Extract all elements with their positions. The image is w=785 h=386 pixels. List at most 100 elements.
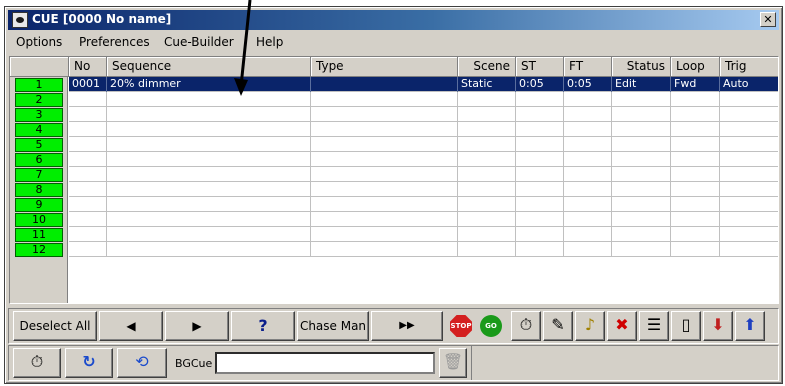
col-trig-header[interactable]: Trig bbox=[720, 57, 778, 77]
previous-button[interactable]: ◀ bbox=[99, 311, 163, 341]
row-number[interactable]: 6 bbox=[15, 153, 63, 167]
table-cell bbox=[458, 92, 516, 107]
row-number[interactable]: 8 bbox=[15, 183, 63, 197]
table-cell bbox=[564, 107, 612, 122]
table-cell bbox=[311, 167, 458, 182]
table-cell bbox=[311, 92, 458, 107]
cell-no: 0001 bbox=[69, 77, 107, 92]
close-button[interactable]: ✕ bbox=[760, 12, 776, 27]
table-cell bbox=[69, 242, 107, 257]
col-st-header[interactable]: ST bbox=[516, 57, 564, 77]
bgcue-input[interactable] bbox=[215, 352, 435, 374]
menu-bar: Options Preferences Cue-Builder Help bbox=[8, 32, 779, 52]
link-icon: ⟲ bbox=[135, 352, 149, 371]
delete-icon: ✖ bbox=[615, 315, 629, 334]
menu-cue-builder[interactable]: Cue-Builder bbox=[164, 35, 234, 49]
row-number[interactable]: 5 bbox=[15, 138, 63, 152]
col-ft-header[interactable]: FT bbox=[564, 57, 612, 77]
delete-button[interactable]: ✖ bbox=[607, 311, 637, 341]
row-number[interactable]: 9 bbox=[15, 198, 63, 212]
pen-button[interactable]: ✎ bbox=[543, 311, 573, 341]
table-cell bbox=[516, 152, 564, 167]
list-button[interactable]: ☰ bbox=[639, 311, 669, 341]
title-bar[interactable]: CUE [0000 No name] ✕ bbox=[8, 10, 779, 30]
pen-icon: ✎ bbox=[551, 315, 565, 334]
table-cell bbox=[311, 227, 458, 242]
table-cell bbox=[69, 122, 107, 137]
table-cell bbox=[516, 122, 564, 137]
go-button[interactable]: GO bbox=[477, 311, 505, 341]
cell-sequence: 20% dimmer bbox=[107, 77, 311, 92]
row-number[interactable]: 1 bbox=[15, 78, 63, 92]
table-cell bbox=[69, 227, 107, 242]
table-row[interactable] bbox=[69, 152, 778, 167]
row-number[interactable]: 3 bbox=[15, 108, 63, 122]
row-number[interactable]: 10 bbox=[15, 213, 63, 227]
timer-mode-button[interactable]: ⏱ bbox=[13, 348, 61, 378]
table-row[interactable] bbox=[69, 167, 778, 182]
table-cell bbox=[564, 197, 612, 212]
corner-header bbox=[10, 57, 69, 77]
timer-button[interactable]: ⏱ bbox=[511, 311, 541, 341]
link-button[interactable]: ⟲ bbox=[117, 348, 167, 378]
trash-button[interactable]: 🗑 bbox=[439, 348, 467, 378]
col-status-header[interactable]: Status bbox=[612, 57, 671, 77]
chase-man-button[interactable]: Chase Man bbox=[297, 311, 369, 341]
new-button[interactable]: ▯ bbox=[671, 311, 701, 341]
cell-loop: Fwd bbox=[671, 77, 720, 92]
stop-button[interactable]: STOP bbox=[447, 311, 475, 341]
table-cell bbox=[69, 182, 107, 197]
table-cell bbox=[612, 122, 671, 137]
menu-options[interactable]: Options bbox=[16, 35, 62, 49]
table-cell bbox=[107, 107, 311, 122]
table-row[interactable] bbox=[69, 107, 778, 122]
table-cell bbox=[720, 242, 778, 257]
table-cell bbox=[69, 152, 107, 167]
sound-button[interactable]: ♪ bbox=[575, 311, 605, 341]
table-cell bbox=[564, 122, 612, 137]
table-cell bbox=[612, 107, 671, 122]
table-row[interactable] bbox=[69, 122, 778, 137]
row-number[interactable]: 7 bbox=[15, 168, 63, 182]
col-no-header[interactable]: No bbox=[69, 57, 107, 77]
export-button[interactable]: ⬆ bbox=[735, 311, 765, 341]
table-row[interactable] bbox=[69, 182, 778, 197]
table-cell bbox=[69, 107, 107, 122]
col-type-header[interactable]: Type bbox=[311, 57, 458, 77]
table-row[interactable] bbox=[69, 197, 778, 212]
menu-help[interactable]: Help bbox=[256, 35, 283, 49]
row-number[interactable]: 2 bbox=[15, 93, 63, 107]
table-cell bbox=[720, 212, 778, 227]
col-loop-header[interactable]: Loop bbox=[671, 57, 720, 77]
import-button[interactable]: ⬇ bbox=[703, 311, 733, 341]
help-button[interactable]: ? bbox=[231, 311, 295, 341]
col-sequence-header[interactable]: Sequence bbox=[107, 57, 311, 77]
trash-icon: 🗑 bbox=[442, 352, 464, 371]
table-row[interactable] bbox=[69, 137, 778, 152]
row-number[interactable]: 11 bbox=[15, 228, 63, 242]
menu-preferences[interactable]: Preferences bbox=[79, 35, 150, 49]
table-cell bbox=[107, 197, 311, 212]
table-row[interactable] bbox=[69, 92, 778, 107]
cue-grid[interactable]: No Sequence Type Scene ST FT Status Loop… bbox=[9, 56, 779, 304]
col-scene-header[interactable]: Scene bbox=[458, 57, 516, 77]
table-cell bbox=[69, 137, 107, 152]
table-row[interactable] bbox=[69, 227, 778, 242]
table-cell bbox=[516, 212, 564, 227]
cell-ft: 0:05 bbox=[564, 77, 612, 92]
row-number[interactable]: 4 bbox=[15, 123, 63, 137]
next-button[interactable]: ▶ bbox=[165, 311, 229, 341]
table-cell bbox=[69, 92, 107, 107]
loop-button[interactable]: ↻ bbox=[65, 348, 113, 378]
table-cell bbox=[516, 242, 564, 257]
table-cell bbox=[458, 152, 516, 167]
speaker-icon: ♪ bbox=[584, 315, 596, 334]
table-row[interactable] bbox=[69, 242, 778, 257]
deselect-all-button[interactable]: Deselect All bbox=[13, 311, 97, 341]
fast-forward-button[interactable]: ▶▶ bbox=[371, 311, 443, 341]
cell-trig: Auto bbox=[720, 77, 778, 92]
table-row[interactable]: 0001 20% dimmer Static 0:05 0:05 Edit Fw… bbox=[69, 77, 778, 92]
list-icon: ☰ bbox=[646, 315, 662, 334]
table-row[interactable] bbox=[69, 212, 778, 227]
row-number[interactable]: 12 bbox=[15, 243, 63, 257]
